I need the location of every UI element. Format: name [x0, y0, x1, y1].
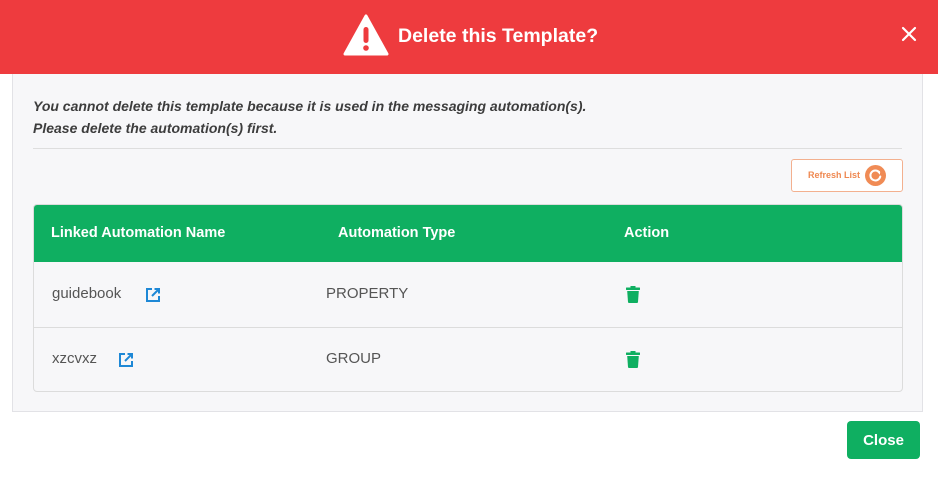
automation-name: guidebook	[52, 285, 122, 302]
table-header: Linked Automation Name Automation Type A…	[34, 205, 902, 262]
close-icon[interactable]	[898, 23, 920, 45]
refresh-list-label: Refresh List	[808, 170, 861, 180]
dialog-title: Delete this Template?	[398, 25, 599, 47]
trash-icon[interactable]	[626, 351, 640, 368]
automation-name: xzcvxz	[52, 350, 97, 367]
linked-automations-table: Linked Automation Name Automation Type A…	[33, 204, 903, 392]
column-header-name: Linked Automation Name	[51, 225, 226, 241]
warning-triangle-icon	[343, 14, 389, 56]
refresh-list-button[interactable]: Refresh List	[791, 159, 903, 192]
external-link-icon[interactable]	[145, 287, 161, 303]
table-row: xzcvxz GROUP	[34, 327, 902, 391]
divider	[33, 148, 902, 149]
automation-type: PROPERTY	[326, 285, 409, 302]
message-line-1: You cannot delete this template because …	[33, 98, 587, 114]
refresh-icon	[865, 165, 886, 186]
dialog-header: Delete this Template?	[0, 0, 938, 74]
automation-type: GROUP	[326, 350, 382, 367]
message-line-2: Please delete the automation(s) first.	[33, 120, 278, 136]
column-header-action: Action	[624, 225, 670, 241]
close-button[interactable]: Close	[847, 421, 920, 459]
column-header-type: Automation Type	[338, 225, 456, 241]
external-link-icon[interactable]	[118, 352, 134, 368]
warning-message: You cannot delete this template because …	[33, 95, 586, 139]
table-row: guidebook PROPERTY	[34, 262, 902, 327]
trash-icon[interactable]	[626, 286, 640, 303]
